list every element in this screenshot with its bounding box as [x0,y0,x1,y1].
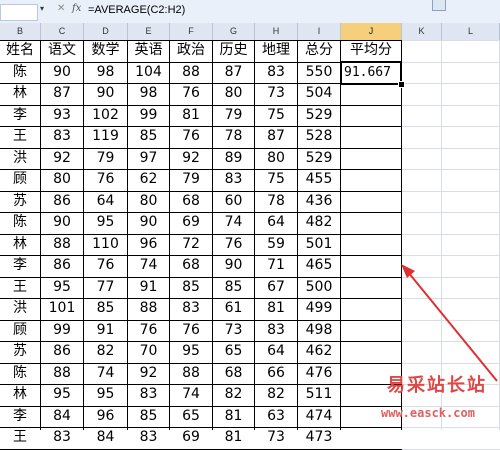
table-cell[interactable]: 473 [298,427,340,448]
table-cell[interactable]: 69 [170,427,212,448]
average-cell[interactable] [341,427,401,448]
watermark-url: www.easck.com [381,406,475,420]
table-cell[interactable]: 83 [128,427,169,448]
table-cell[interactable]: 73 [255,427,297,448]
table-cell[interactable]: 83 [41,427,83,448]
table-cell[interactable]: 84 [84,427,127,448]
table-cell[interactable]: 王 [0,427,40,448]
table-cell[interactable]: 81 [213,427,254,448]
annotation-arrow-icon [401,264,498,382]
watermark-title: 易采站长站 [387,375,487,396]
